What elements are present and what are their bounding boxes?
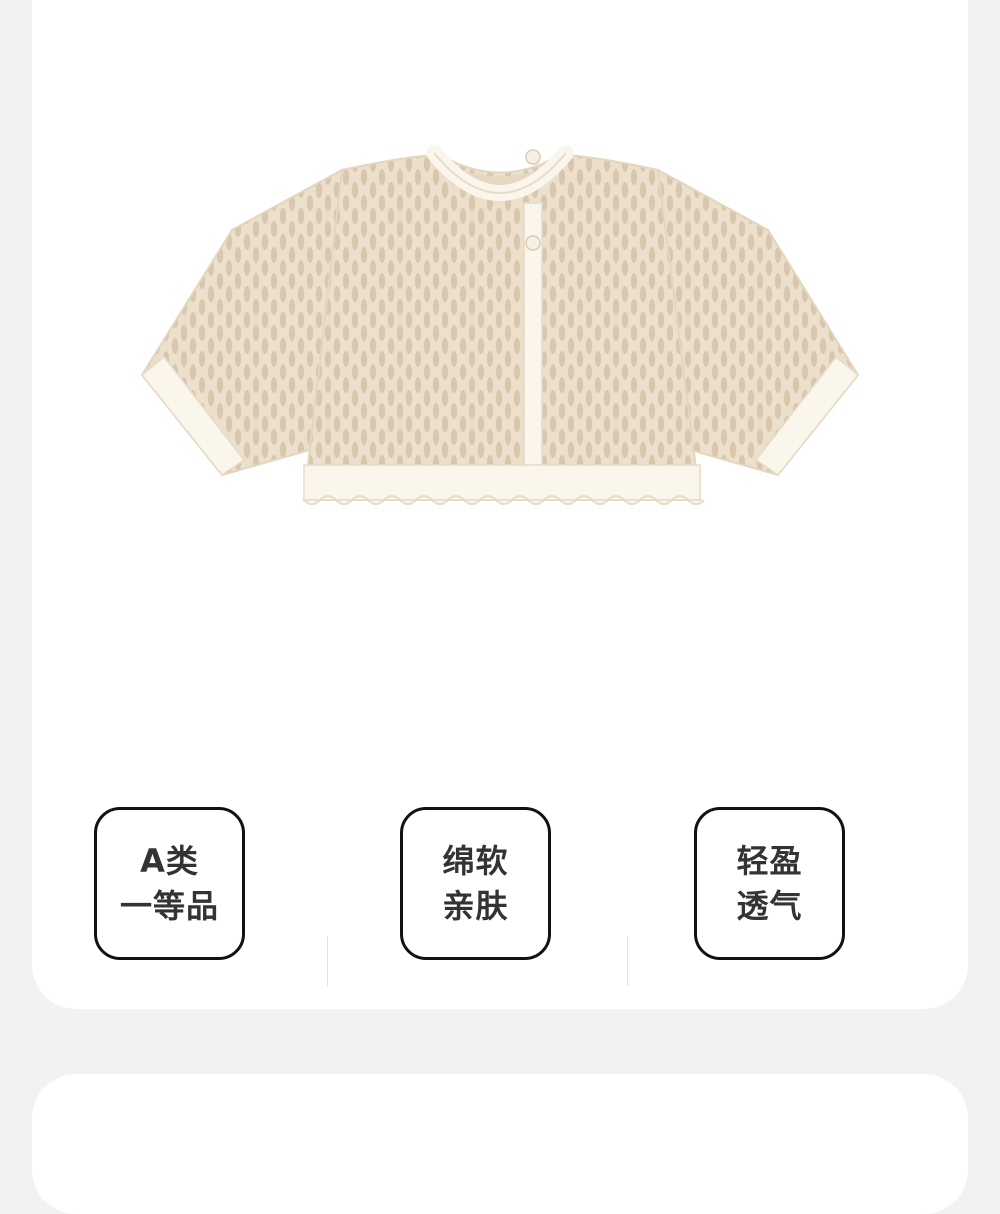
feature-badge-text: 一等品 [119, 886, 219, 925]
feature-badge-breathable: 轻盈 透气 [694, 807, 845, 960]
feature-badge-text: A类 [140, 841, 199, 880]
feature-badge-text: 亲肤 [442, 886, 509, 925]
feature-badge-text: 绵软 [442, 841, 509, 880]
feature-badge-text: 轻盈 [736, 841, 803, 880]
badge-divider [627, 936, 628, 986]
knit-cardigan-image [112, 125, 888, 565]
feature-badge-softness: 绵软 亲肤 [400, 807, 551, 960]
next-section-card [32, 1074, 968, 1214]
badge-divider [327, 936, 328, 986]
feature-badge-text: 透气 [736, 886, 803, 925]
feature-badge-grade: A类 一等品 [94, 807, 245, 960]
